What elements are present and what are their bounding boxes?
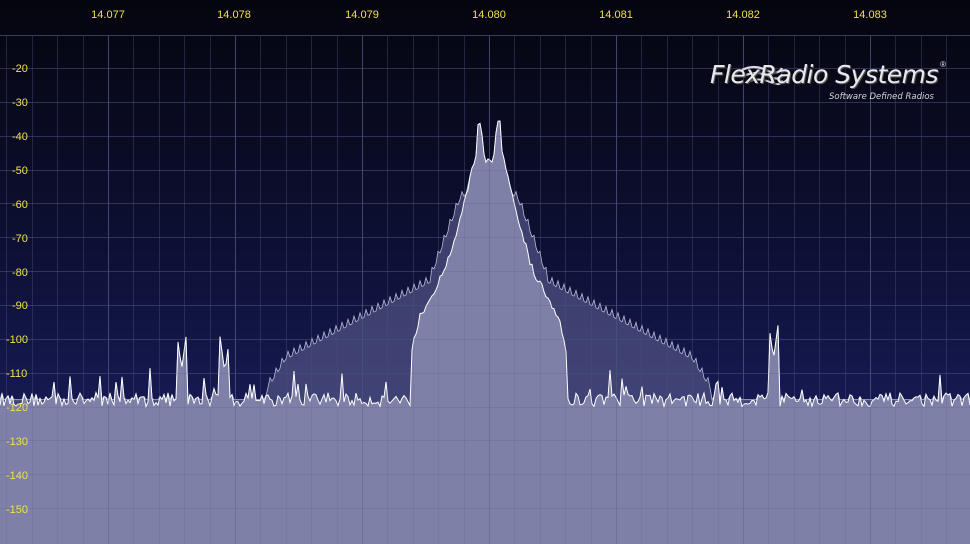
db-label-minus-70: -70 (12, 233, 28, 245)
db-label-minus-50: -50 (12, 165, 28, 177)
db-label-minus-80: -80 (12, 267, 28, 279)
db-label-minus-150: -150 (6, 504, 28, 516)
db-label-minus-90: -90 (12, 300, 28, 312)
freq-label-14081: 14.081 (599, 9, 633, 21)
db-label-minus-120: -120 (6, 402, 28, 414)
db-label-minus-60: -60 (12, 199, 28, 211)
logo-registered-mark: ® (940, 60, 946, 69)
db-label-minus-100: -100 (6, 334, 28, 346)
db-label-minus-20: -20 (12, 63, 28, 75)
freq-label-14078: 14.078 (217, 9, 251, 21)
freq-label-14079: 14.079 (345, 9, 379, 21)
db-label-minus-130: -130 (6, 436, 28, 448)
freq-label-14083: 14.083 (853, 9, 887, 21)
freq-label-14077: 14.077 (91, 9, 125, 21)
logo-tagline: Software Defined Radios (829, 92, 934, 102)
freq-label-14082: 14.082 (726, 9, 760, 21)
flexradio-logo: FlexRadio Systems ® Software Defined Rad… (710, 58, 954, 108)
db-label-minus-30: -30 (12, 97, 28, 109)
freq-label-14080: 14.080 (472, 9, 506, 21)
panadapter-display[interactable]: 14.077 14.078 14.079 14.080 14.081 14.08… (0, 0, 970, 544)
db-label-minus-110: -110 (6, 368, 27, 380)
db-label-minus-40: -40 (12, 131, 28, 143)
db-label-minus-140: -140 (6, 470, 28, 482)
logo-wordmark: FlexRadio Systems (710, 60, 939, 89)
